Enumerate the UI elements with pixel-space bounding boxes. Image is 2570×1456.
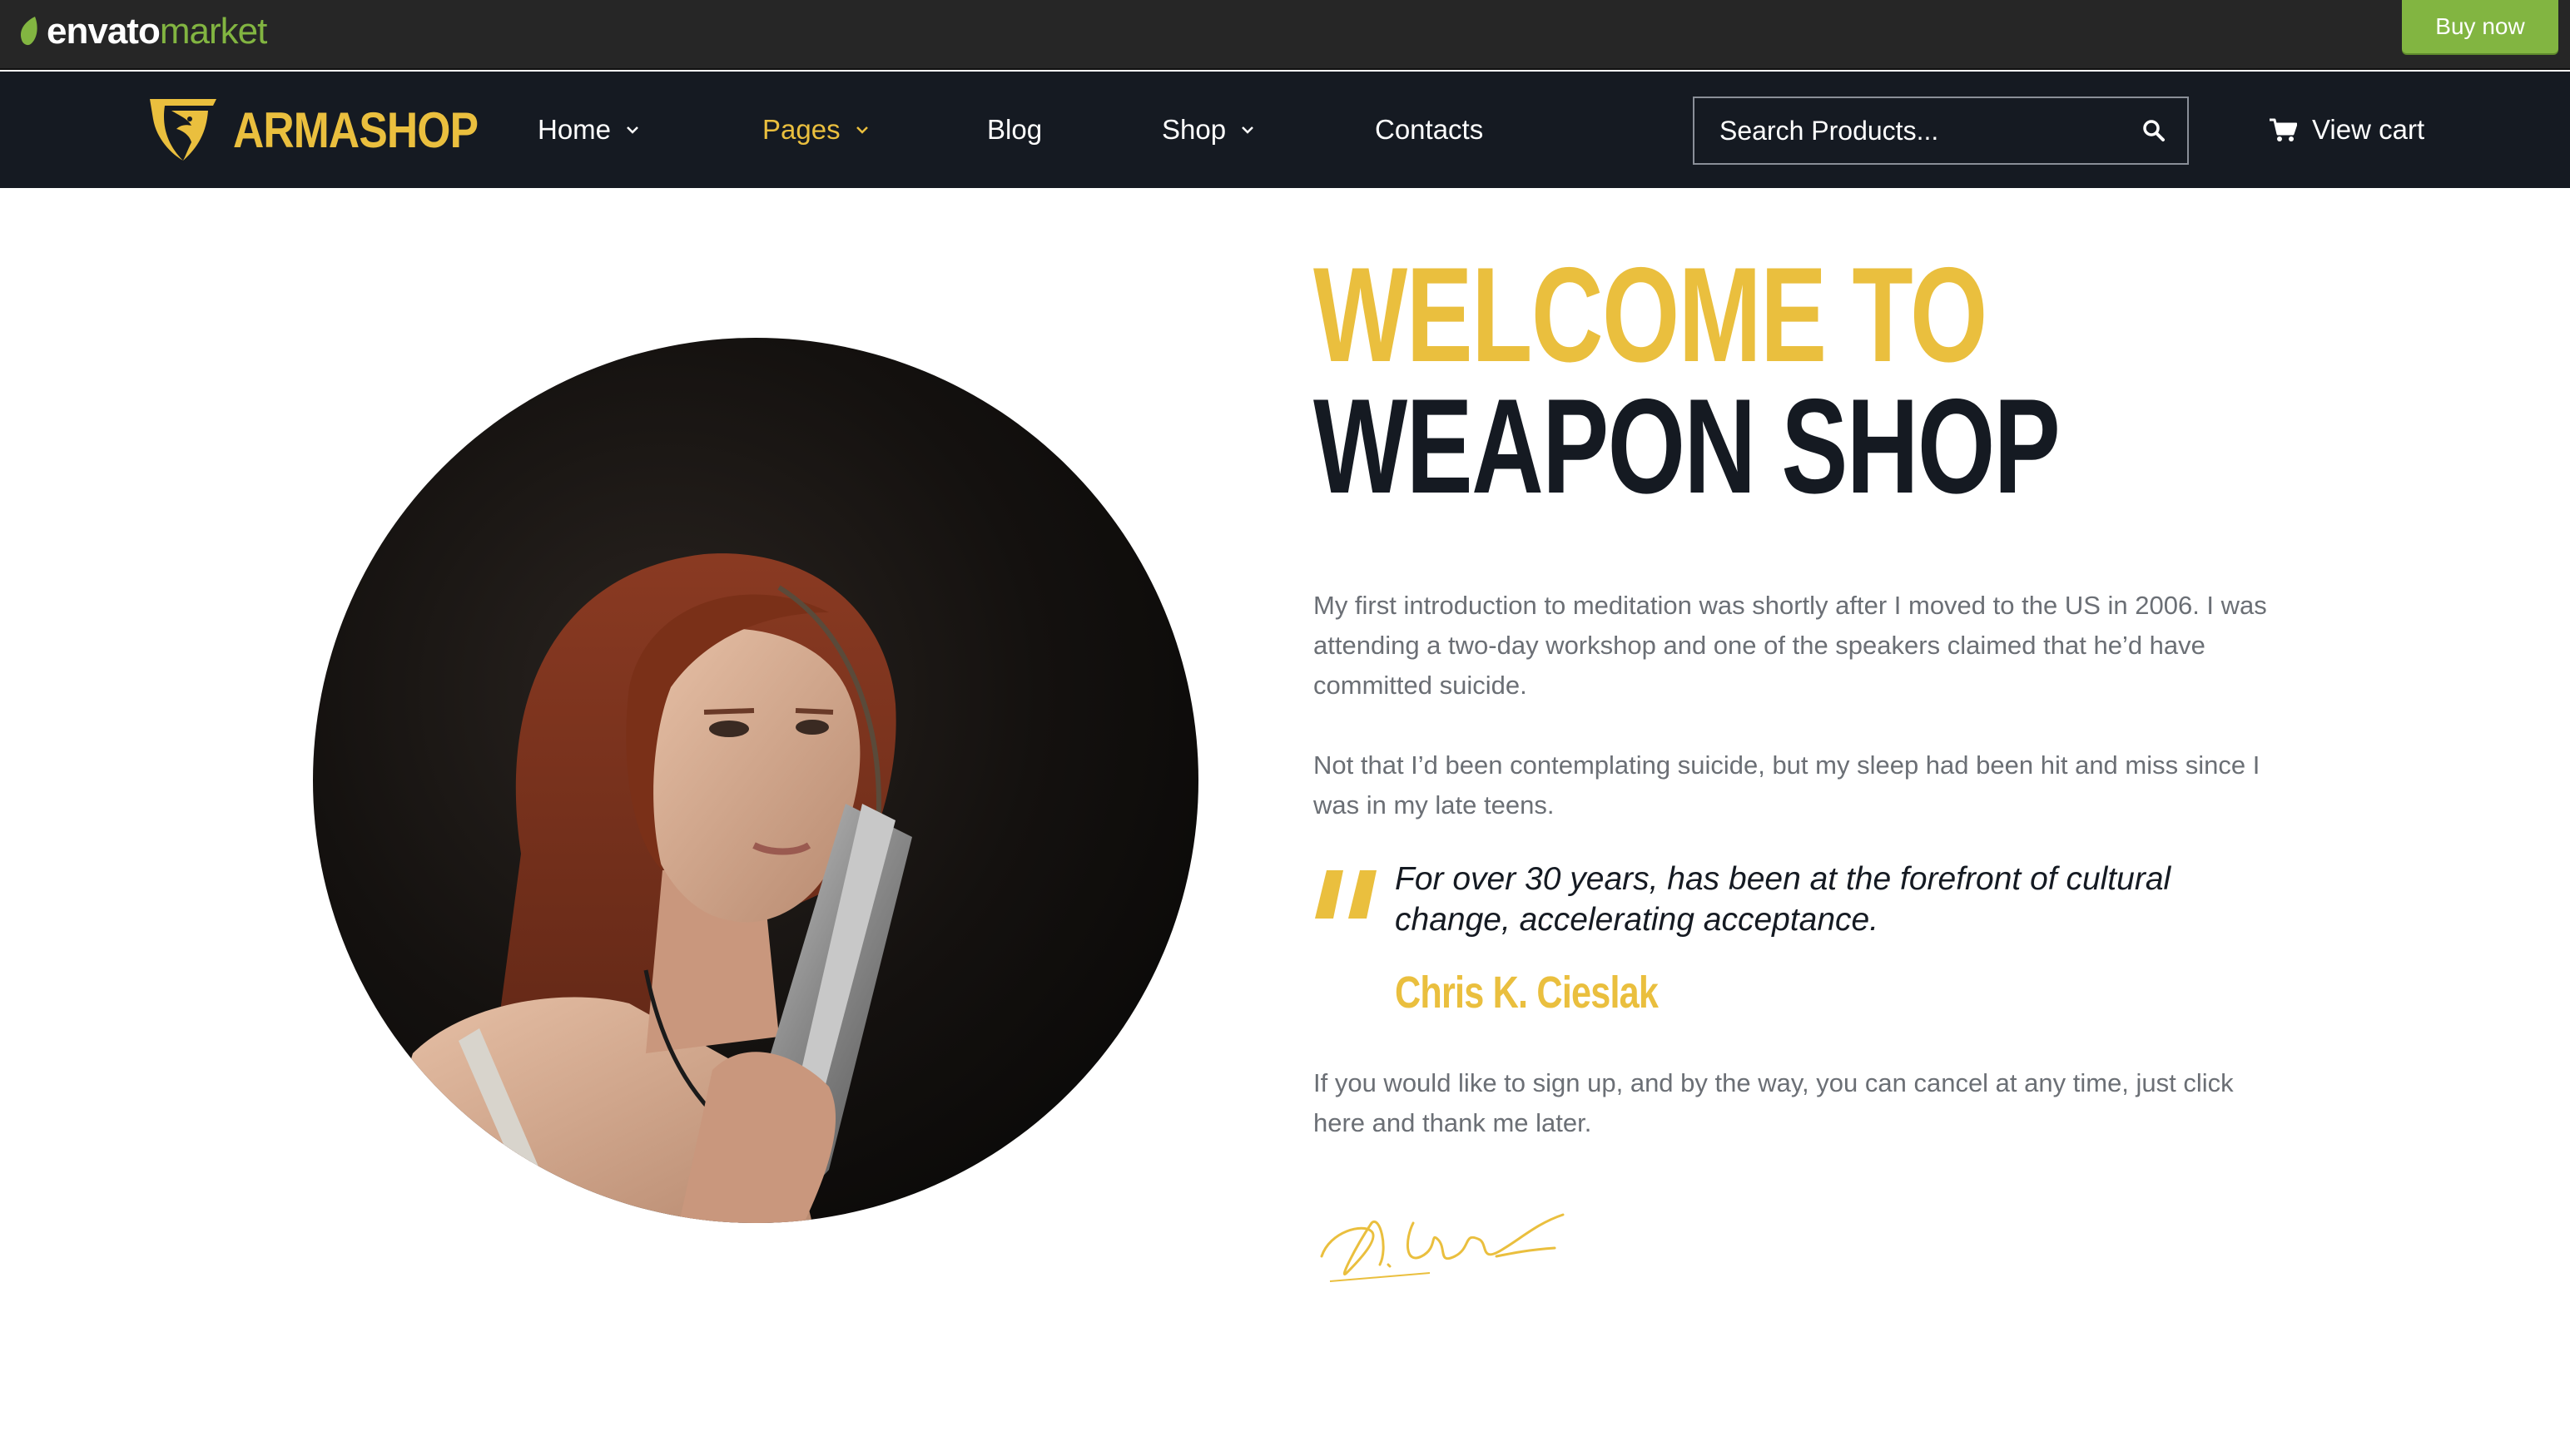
cart-icon — [2270, 118, 2297, 141]
hero-portrait-image — [313, 338, 1198, 1223]
brand-name: ARMASHOP — [233, 102, 479, 158]
chevron-down-icon — [856, 126, 868, 134]
nav-label: Home — [538, 114, 612, 145]
page-title: WELCOME TO WEAPON SHOP — [1313, 240, 2061, 522]
search-input[interactable] — [1694, 98, 2121, 163]
search-button[interactable] — [2121, 98, 2187, 163]
nav-label: Pages — [762, 114, 841, 145]
view-cart-link[interactable]: View cart — [2269, 108, 2424, 151]
nav-item-shop[interactable]: Shop — [1162, 108, 1254, 151]
market-logo-text: market — [159, 11, 267, 52]
view-cart-label: View cart — [2312, 114, 2425, 145]
nav-label: Contacts — [1375, 114, 1484, 145]
nav-item-home[interactable]: Home — [538, 108, 639, 151]
search-box — [1693, 97, 2189, 165]
woman-with-pistol-portrait-icon — [313, 338, 1198, 1223]
quote-author: Chris K. Cieslak — [1395, 968, 1659, 1018]
envato-leaf-icon — [20, 17, 37, 46]
hero-content: WELCOME TO WEAPON SHOP My first introduc… — [1313, 240, 2295, 1282]
eagle-shield-icon — [150, 99, 216, 161]
envato-market-logo[interactable]: envato market — [17, 8, 267, 55]
blockquote-text: For over 30 years, has been at the foref… — [1395, 861, 2171, 938]
handwritten-signature-icon — [1320, 1213, 1565, 1282]
envato-logo-text: envato — [47, 11, 161, 52]
quote-mark-icon — [1315, 870, 1377, 919]
nav-label: Blog — [987, 114, 1043, 145]
nav-label: Shop — [1162, 114, 1227, 145]
armashop-logo[interactable]: ARMASHOP — [146, 90, 518, 170]
intro-paragraph: My first introduction to meditation was … — [1313, 591, 2267, 700]
title-line-2: WEAPON SHOP — [1313, 371, 2061, 522]
site-header: ARMASHOP Home Pages Blog Shop Contacts S… — [0, 72, 2570, 188]
envato-top-bar: envato market Buy now — [0, 0, 2570, 70]
buy-now-button[interactable]: Buy now — [2402, 0, 2558, 53]
nav-item-blog[interactable]: Blog — [987, 108, 1042, 151]
title-line-1: WELCOME TO — [1313, 240, 1987, 390]
second-paragraph: Not that I’d been contemplating suicide,… — [1313, 750, 2260, 820]
chevron-down-icon — [627, 126, 638, 134]
nav-item-pages[interactable]: Pages — [762, 108, 869, 151]
signup-paragraph: If you would like to sign up, and by the… — [1313, 1068, 2234, 1137]
nav-item-contacts[interactable]: Contacts — [1375, 108, 1483, 151]
search-icon — [2143, 120, 2165, 141]
chevron-down-icon — [1242, 126, 1253, 134]
